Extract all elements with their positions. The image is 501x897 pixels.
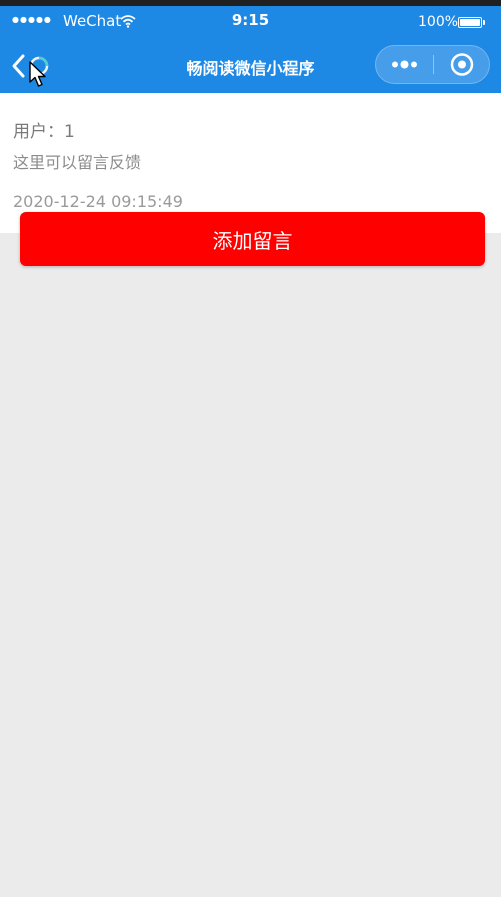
close-icon[interactable]: [434, 46, 490, 83]
add-message-button[interactable]: 添加留言: [20, 212, 485, 266]
mouse-cursor-icon: [29, 61, 46, 87]
message-content: 这里可以留言反馈: [13, 153, 142, 172]
app-frame: ●●●●● WeChat 9:15 100% 畅阅读微信小程序 用户：1 这里可…: [0, 0, 501, 897]
status-bar: ●●●●● WeChat 9:15 100%: [0, 6, 501, 38]
battery-level: [460, 19, 480, 26]
message-timestamp: 2020-12-24 09:15:49: [13, 192, 183, 211]
nav-bar: 畅阅读微信小程序: [0, 38, 501, 93]
more-icon[interactable]: [376, 46, 433, 83]
message-user: 用户：1: [13, 122, 75, 142]
battery-icon: [458, 17, 482, 28]
header: ●●●●● WeChat 9:15 100% 畅阅读微信小程序: [0, 6, 501, 93]
mini-program-capsule: [375, 45, 490, 84]
battery-percent: 100%: [418, 14, 459, 30]
battery-tip: [483, 20, 485, 25]
